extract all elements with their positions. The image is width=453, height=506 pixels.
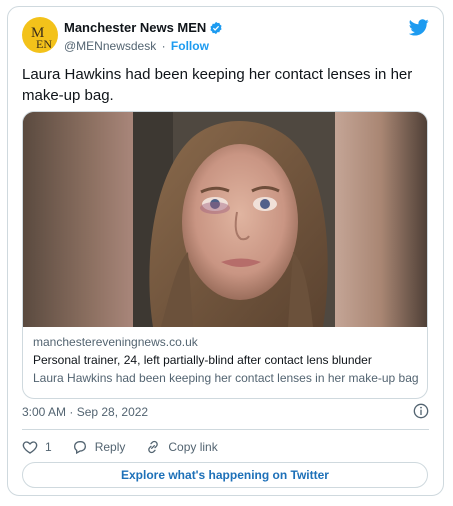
tweet-text: Laura Hawkins had been keeping her conta… [22,66,413,104]
verified-badge-icon [210,21,222,35]
reply-icon [73,441,86,455]
like-count: 1 [45,440,52,454]
link-icon [148,440,159,454]
link-title: Personal trainer, 24, left partially-bli… [33,353,372,367]
reply-label: Reply [94,440,126,454]
reply-button[interactable]: Reply [72,439,126,455]
photo-blur-right [335,112,427,327]
link-preview-card[interactable]: manchestereveningnews.co.uk Personal tra… [22,111,428,399]
divider [22,429,429,430]
follow-link[interactable]: Follow [171,39,209,53]
heart-icon [22,441,38,454]
account-handle[interactable]: @MENnewsdesk [64,39,156,53]
portrait-image [133,112,337,327]
avatar[interactable]: M EN [22,17,58,53]
copy-link-label: Copy link [168,440,218,454]
twitter-bird-icon[interactable] [409,19,429,36]
tweet-header: M EN Manchester News MEN @MENnewsdesk · … [22,17,431,61]
like-button[interactable]: 1 [22,439,52,455]
photo-blur-left [23,112,133,327]
svg-text:EN: EN [36,37,52,51]
link-description: Laura Hawkins had been keeping her conta… [33,371,419,385]
copy-link-button[interactable]: Copy link [145,439,218,455]
tweet-embed-card: M EN Manchester News MEN @MENnewsdesk · … [7,6,444,496]
link-domain: manchestereveningnews.co.uk [33,335,198,349]
account-name[interactable]: Manchester News MEN [64,20,206,36]
link-meta: manchestereveningnews.co.uk Personal tra… [33,334,419,386]
tweet-actions: 1 Reply Copy link [22,437,238,457]
info-icon[interactable] [413,403,429,419]
article-photo [23,112,427,327]
men-logo-icon: M EN [31,25,52,51]
separator-dot: · [161,39,166,53]
tweet-timestamp[interactable]: 3:00 AM · Sep 28, 2022 [22,404,148,420]
explore-twitter-button[interactable]: Explore what's happening on Twitter [22,462,428,488]
account-names: Manchester News MEN @MENnewsdesk · Follo… [64,20,223,54]
